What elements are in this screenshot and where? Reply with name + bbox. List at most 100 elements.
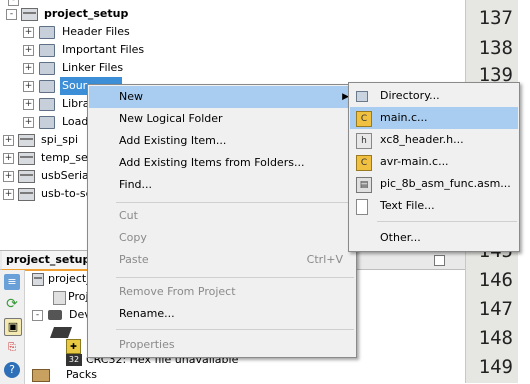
project-icon — [18, 134, 35, 147]
line-number: 137 — [478, 7, 513, 29]
tree-item-label: Load — [62, 115, 89, 128]
collapse-toggle-icon[interactable]: - — [6, 9, 17, 20]
dashboard-toolbar: ≡ ⟳ ▣ ⎘ ? — [0, 270, 25, 384]
menu-item-label: Paste — [119, 253, 149, 266]
submenu-item-main-c[interactable]: C main.c... — [350, 107, 518, 129]
menu-separator — [116, 202, 354, 203]
c-file-icon: C — [356, 155, 372, 171]
menu-item-label: Find... — [119, 178, 153, 191]
menu-item-label: Copy — [119, 231, 147, 244]
menu-item-new[interactable]: New ▶ — [89, 86, 355, 108]
collapse-toggle-icon[interactable]: - — [32, 310, 43, 321]
project-icon — [21, 8, 38, 21]
menu-separator — [116, 329, 354, 330]
expand-toggle-icon[interactable]: + — [3, 153, 14, 164]
menu-item-label: New Logical Folder — [119, 112, 223, 125]
checksum-icon: ✚ — [66, 339, 81, 354]
submenu-item-label: Other... — [380, 231, 421, 244]
device-icon — [49, 327, 73, 338]
text-file-icon — [356, 199, 368, 215]
menu-item-cut[interactable]: Cut — [89, 205, 355, 227]
context-menu: New ▶ New Logical Folder Add Existing It… — [87, 84, 357, 358]
folder-icon — [39, 44, 55, 57]
tree-item-label: spi_spi — [41, 133, 79, 146]
line-number: 149 — [478, 356, 513, 378]
line-number: 147 — [478, 298, 513, 320]
submenu-item-avr-main-c[interactable]: C avr-main.c... — [350, 151, 518, 173]
expand-toggle-icon[interactable]: + — [23, 27, 34, 38]
submenu-item-label: Directory... — [380, 89, 440, 102]
c-file-icon: C — [356, 111, 372, 127]
refresh-icon[interactable]: ⟳ — [4, 296, 20, 312]
menu-item-add-existing-item[interactable]: Add Existing Item... — [89, 130, 355, 152]
menu-item-new-logical-folder[interactable]: New Logical Folder — [89, 108, 355, 130]
tree-item-label: Libra — [62, 97, 90, 110]
folder-icon — [39, 98, 55, 111]
dash-tree-label: Packs — [66, 368, 98, 381]
crc32-icon: 32 — [66, 354, 82, 366]
submenu-item-directory[interactable]: Directory... — [350, 85, 518, 107]
expand-toggle-icon[interactable]: + — [23, 81, 34, 92]
expand-toggle-icon[interactable]: + — [3, 135, 14, 146]
menu-item-label: Properties — [119, 338, 175, 351]
expand-toggle-icon[interactable]: + — [23, 45, 34, 56]
submenu-item-other[interactable]: Other... — [350, 227, 518, 249]
submenu-item-label: main.c... — [380, 111, 428, 124]
tree-item-label: Important Files — [62, 43, 145, 56]
expand-toggle-icon[interactable]: + — [23, 117, 34, 128]
expand-toggle-icon[interactable]: + — [3, 171, 14, 182]
menu-item-add-existing-from-folders[interactable]: Add Existing Items from Folders... — [89, 152, 355, 174]
submenu-item-label: Text File... — [380, 199, 435, 212]
folder-icon — [356, 91, 368, 102]
menu-item-remove-from-project[interactable]: Remove From Project — [89, 281, 355, 303]
expand-toggle-icon[interactable]: + — [23, 99, 34, 110]
tree-item-label: Linker Files — [62, 61, 124, 74]
project-name-label: project_setup — [44, 7, 129, 20]
folder-icon — [39, 62, 55, 75]
info-icon[interactable]: ≡ — [4, 274, 20, 290]
folder-icon — [39, 116, 55, 129]
tree-item-label: usb-to-se — [41, 187, 93, 200]
expand-toggle-icon[interactable]: + — [23, 63, 34, 74]
chip-icon[interactable]: ▣ — [4, 318, 22, 336]
submenu-item-xc8-header[interactable]: h xc8_header.h... — [350, 129, 518, 151]
dash-tree-label: Proj — [68, 290, 89, 303]
line-number: 146 — [478, 269, 513, 291]
line-number: 148 — [478, 327, 513, 349]
expand-toggle-icon[interactable]: + — [3, 189, 14, 200]
header-file-icon: h — [356, 133, 372, 149]
menu-shortcut: Ctrl+V — [306, 253, 343, 266]
folder-icon — [39, 80, 55, 93]
menu-item-label: New — [119, 90, 143, 103]
menu-item-rename[interactable]: Rename... — [89, 303, 355, 325]
packs-box-icon — [32, 369, 50, 382]
help-icon[interactable]: ? — [4, 362, 20, 378]
submenu-item-text-file[interactable]: Text File... — [350, 195, 518, 217]
menu-item-find[interactable]: Find... — [89, 174, 355, 196]
tree-item-label: usbSerial — [41, 169, 92, 182]
dashboard-tab[interactable]: project_setup — [2, 251, 95, 271]
line-number: 138 — [478, 37, 513, 59]
menu-item-properties[interactable]: Properties — [89, 334, 355, 356]
menu-item-label: Remove From Project — [119, 285, 236, 298]
project-icon — [18, 170, 35, 183]
expand-toggle-icon[interactable]: - — [8, 0, 19, 6]
menu-item-label: Rename... — [119, 307, 175, 320]
minimize-icon[interactable] — [434, 255, 445, 266]
project-icon — [18, 152, 35, 165]
menu-item-label: Add Existing Item... — [119, 134, 227, 147]
project-icon — [32, 273, 44, 286]
menu-separator — [116, 277, 354, 278]
tree-item-label: temp_se — [41, 151, 88, 164]
submenu-item-label: avr-main.c... — [380, 155, 449, 168]
submenu-item-label: xc8_header.h... — [380, 133, 464, 146]
menu-item-paste[interactable]: Paste Ctrl+V — [89, 249, 355, 271]
pdf-icon[interactable]: ⎘ — [4, 340, 20, 356]
menu-item-copy[interactable]: Copy — [89, 227, 355, 249]
device-chip-icon — [48, 310, 62, 320]
submenu-item-asm-func[interactable]: ▤ pic_8b_asm_func.asm... — [350, 173, 518, 195]
menu-item-label: Add Existing Items from Folders... — [119, 156, 305, 169]
folder-icon — [39, 26, 55, 39]
document-icon — [53, 291, 66, 305]
new-submenu: Directory... C main.c... h xc8_header.h.… — [348, 82, 520, 252]
